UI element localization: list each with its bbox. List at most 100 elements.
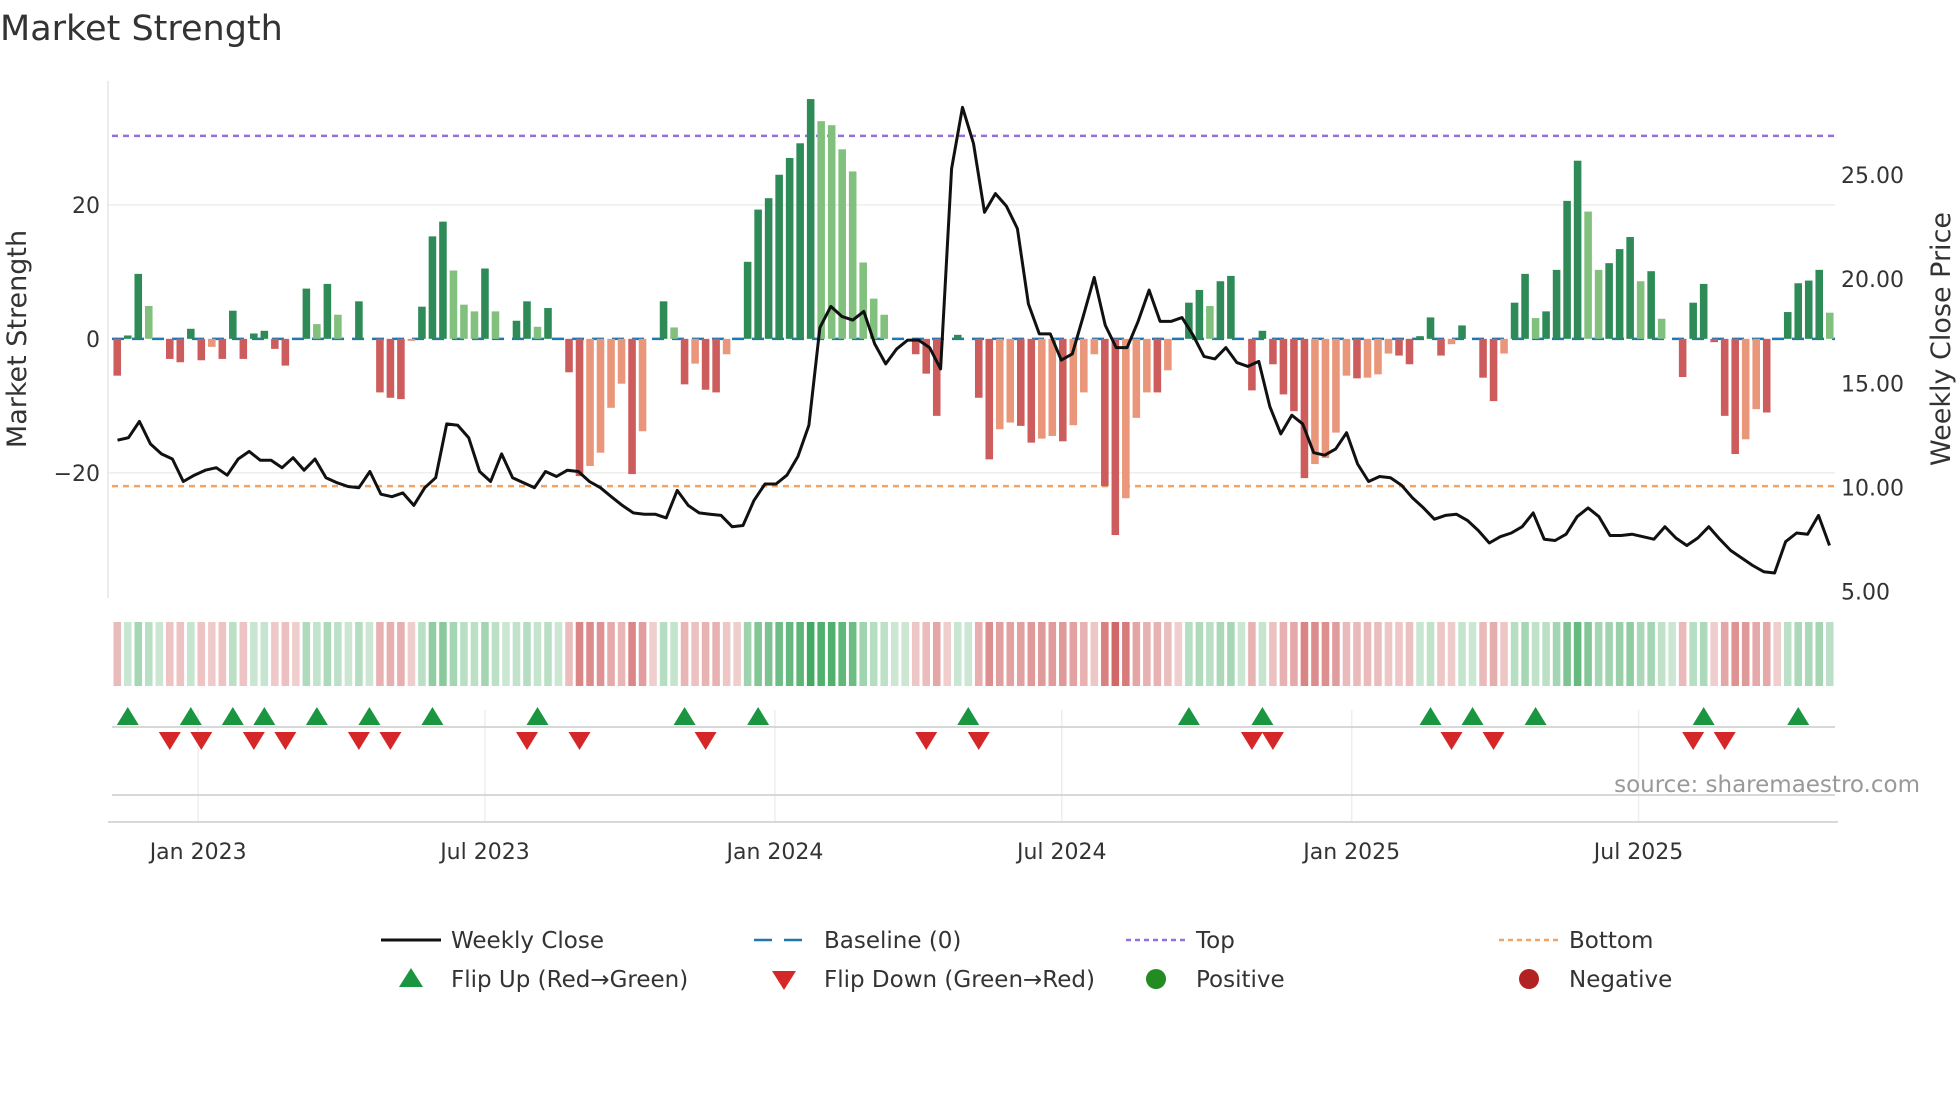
legend-item-negative: Negative bbox=[1519, 967, 1672, 993]
flip-up-marker bbox=[358, 707, 381, 725]
y2-tick-label: 15.00 bbox=[1841, 372, 1904, 397]
legend-item-weekly-close: Weekly Close bbox=[381, 928, 604, 954]
heat-cell bbox=[1479, 622, 1487, 686]
heat-cell bbox=[355, 622, 363, 686]
heat-cell bbox=[880, 622, 888, 686]
strength-bar bbox=[1269, 338, 1277, 365]
flip-down-marker bbox=[967, 732, 990, 750]
flip-up-marker bbox=[1177, 707, 1200, 725]
heat-cell bbox=[1626, 622, 1634, 686]
strength-bar bbox=[197, 338, 206, 361]
legend-item-flip-up: Flip Up (Red→Green) bbox=[399, 967, 688, 993]
strength-bar bbox=[607, 338, 615, 408]
strength-bar bbox=[386, 338, 395, 398]
strength-bar bbox=[817, 121, 825, 339]
strength-bar bbox=[1143, 338, 1151, 393]
strength-bar bbox=[1552, 269, 1561, 339]
heat-cell bbox=[743, 622, 752, 686]
strength-bar bbox=[229, 310, 237, 339]
heat-cell bbox=[1080, 622, 1088, 686]
y2-axis-label: Weekly Close Price bbox=[1926, 212, 1957, 466]
heat-cell bbox=[1048, 622, 1057, 686]
strength-bar bbox=[1647, 271, 1655, 339]
strength-bar bbox=[1762, 338, 1771, 413]
strength-bar bbox=[1321, 338, 1330, 459]
heat-cell bbox=[376, 622, 384, 686]
heat-cell bbox=[1101, 622, 1109, 686]
heat-cell bbox=[123, 622, 132, 686]
heat-cell bbox=[502, 622, 510, 686]
y-tick-label: 0 bbox=[86, 328, 100, 353]
heat-cell bbox=[554, 622, 563, 686]
heat-cell bbox=[1594, 622, 1603, 686]
strength-bar bbox=[1216, 281, 1225, 339]
flip-up-marker bbox=[116, 707, 139, 725]
strength-heat-strip bbox=[113, 622, 1834, 686]
heat-cell bbox=[1059, 622, 1067, 686]
flip-up-marker bbox=[1461, 707, 1484, 725]
legend-label: Bottom bbox=[1569, 928, 1653, 954]
strength-bar bbox=[1783, 312, 1792, 339]
heat-cell bbox=[1342, 622, 1351, 686]
heat-cell bbox=[1332, 622, 1340, 686]
strength-bar bbox=[512, 320, 521, 339]
strength-bar bbox=[1479, 338, 1487, 378]
strength-bar bbox=[1678, 338, 1687, 378]
heat-cell bbox=[187, 622, 195, 686]
heat-cell bbox=[1552, 622, 1561, 686]
heat-cell bbox=[1752, 622, 1760, 686]
strength-bar bbox=[470, 311, 479, 339]
strength-bar bbox=[176, 338, 185, 363]
heat-cell bbox=[1227, 622, 1235, 686]
heat-cell bbox=[166, 622, 174, 686]
strength-bar bbox=[1794, 283, 1803, 339]
heat-cell bbox=[649, 622, 657, 686]
heat-cell bbox=[1258, 622, 1267, 686]
strength-bar bbox=[754, 209, 762, 339]
heat-cell bbox=[407, 622, 416, 686]
heat-cell bbox=[596, 622, 605, 686]
y2-tick-label: 20.00 bbox=[1841, 268, 1904, 293]
strength-bar bbox=[796, 143, 804, 339]
heat-cell bbox=[1699, 622, 1708, 686]
flip-up-marker bbox=[1419, 707, 1442, 725]
strength-bar bbox=[1657, 318, 1666, 339]
heat-cell bbox=[974, 622, 983, 686]
heat-cell bbox=[1573, 622, 1582, 686]
heat-cell bbox=[1426, 622, 1435, 686]
heat-cell bbox=[523, 622, 531, 686]
heat-cell bbox=[544, 622, 552, 686]
heat-cell bbox=[796, 622, 804, 686]
strength-bar bbox=[334, 314, 342, 339]
heat-cell bbox=[1468, 622, 1477, 686]
heat-cell bbox=[155, 622, 164, 686]
legend-item-flip-down: Flip Down (Green→Red) bbox=[772, 967, 1095, 993]
heat-cell bbox=[691, 622, 699, 686]
chart-title: Market Strength bbox=[0, 9, 283, 49]
strength-bar bbox=[407, 338, 416, 341]
heat-cell bbox=[785, 622, 794, 686]
heat-cell bbox=[1016, 622, 1025, 686]
heat-cell bbox=[901, 622, 909, 686]
heat-cell bbox=[218, 622, 227, 686]
heat-cell bbox=[617, 622, 626, 686]
flip-down-marker bbox=[242, 732, 265, 750]
strength-bar bbox=[218, 338, 227, 359]
heat-cell bbox=[659, 622, 668, 686]
heat-cell bbox=[229, 622, 237, 686]
heat-cell bbox=[134, 622, 143, 686]
heat-cell bbox=[1038, 622, 1046, 686]
heat-cell bbox=[764, 622, 773, 686]
heat-cell bbox=[1111, 622, 1120, 686]
heat-cell bbox=[943, 622, 952, 686]
heat-cell bbox=[1405, 622, 1414, 686]
heat-cell bbox=[113, 622, 122, 686]
strength-bar bbox=[144, 306, 153, 339]
strength-bar bbox=[628, 338, 636, 475]
heat-cell bbox=[1279, 622, 1288, 686]
strength-bar bbox=[1227, 275, 1235, 339]
strength-bar bbox=[712, 338, 720, 393]
legend-label: Weekly Close bbox=[451, 928, 604, 954]
strength-bar bbox=[1510, 302, 1519, 339]
heat-cell bbox=[144, 622, 153, 686]
